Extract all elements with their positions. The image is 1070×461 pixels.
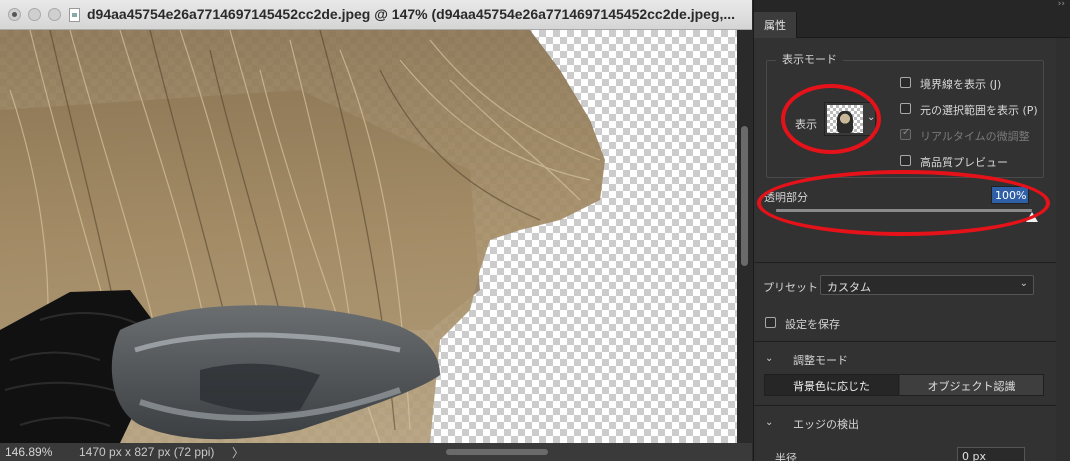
- chevron-down-icon: ⌄: [867, 112, 876, 123]
- color-aware-mode-button[interactable]: 背景色に応じた: [765, 375, 899, 395]
- show-edge-label: 境界線を表示 (J): [920, 78, 1002, 91]
- save-settings-checkbox[interactable]: [765, 317, 776, 328]
- view-label: 表示: [795, 118, 817, 131]
- section-collapse-icon[interactable]: ⌄: [765, 417, 773, 428]
- document-title-bar[interactable]: d94aa45754e26a7714697145452cc2de.jpeg @ …: [0, 0, 752, 30]
- horizontal-scroll-thumb[interactable]: [446, 449, 548, 455]
- minimize-window-button[interactable]: [28, 8, 41, 21]
- panel-tab-strip: 属性: [754, 12, 1070, 38]
- transparency-slider-handle[interactable]: [1026, 212, 1038, 222]
- realtime-refinement-checkbox[interactable]: [900, 127, 911, 140]
- separator: [754, 405, 1057, 406]
- document-size: 1470 px x 827 px (72 ppi): [79, 445, 215, 459]
- preset-label: プリセット: [763, 281, 818, 294]
- save-settings-label: 設定を保存: [785, 318, 840, 331]
- collapse-panel-icon[interactable]: ››: [1058, 0, 1065, 9]
- document-window: d94aa45754e26a7714697145452cc2de.jpeg @ …: [0, 0, 752, 461]
- panel-scrollbar[interactable]: [1056, 38, 1070, 461]
- high-quality-preview-label: 高品質プレビュー: [920, 156, 1008, 169]
- canvas-vertical-scrollbar[interactable]: [737, 30, 752, 443]
- document-icon: [69, 8, 80, 22]
- properties-panel: ›› 属性 表示モード 表示 ⌄ 境界線を表示 (J) 元の選択範囲を表示 (P…: [753, 0, 1070, 461]
- edge-detection-heading[interactable]: エッジの検出: [793, 416, 859, 432]
- adjust-mode-toggle: 背景色に応じた オブジェクト認識: [764, 374, 1044, 396]
- view-preview-thumbnail: [827, 105, 863, 133]
- separator: [754, 341, 1057, 342]
- view-mode-dropdown[interactable]: ⌄: [824, 102, 876, 136]
- preset-dropdown[interactable]: カスタム ⌄: [820, 275, 1034, 295]
- transparency-input[interactable]: 100%: [991, 186, 1029, 204]
- transparency-label: 透明部分: [764, 191, 808, 204]
- adjust-mode-heading[interactable]: 調整モード: [793, 352, 848, 368]
- high-quality-preview-checkbox[interactable]: [900, 155, 911, 166]
- vertical-scroll-thumb[interactable]: [741, 126, 748, 266]
- status-bar: 146.89% 1470 px x 827 px (72 ppi) 〉: [0, 443, 752, 461]
- section-collapse-icon[interactable]: ⌄: [765, 353, 773, 364]
- panel-top-bar: ››: [754, 0, 1070, 12]
- show-edge-checkbox[interactable]: [900, 77, 911, 88]
- document-title: d94aa45754e26a7714697145452cc2de.jpeg @ …: [87, 6, 736, 22]
- show-original-checkbox[interactable]: [900, 103, 911, 114]
- image-canvas[interactable]: [0, 30, 737, 443]
- show-original-label: 元の選択範囲を表示 (P): [920, 104, 1038, 117]
- close-window-button[interactable]: [8, 8, 21, 21]
- chevron-down-icon: ⌄: [1019, 278, 1028, 289]
- radius-input[interactable]: 0 px: [957, 447, 1025, 461]
- photo-layer: [0, 30, 605, 443]
- zoom-window-button[interactable]: [48, 8, 61, 21]
- chevron-right-icon[interactable]: 〉: [232, 444, 244, 461]
- radius-label: 半径: [775, 452, 797, 461]
- zoom-level[interactable]: 146.89%: [5, 445, 52, 459]
- realtime-refinement-label: リアルタイムの微調整: [920, 130, 1030, 143]
- preset-value: カスタム: [827, 281, 871, 294]
- separator: [754, 262, 1057, 263]
- transparency-slider[interactable]: [776, 209, 1032, 212]
- object-aware-mode-button[interactable]: オブジェクト認識: [900, 375, 1043, 395]
- tab-properties[interactable]: 属性: [754, 12, 797, 38]
- view-mode-heading: 表示モード: [776, 51, 843, 67]
